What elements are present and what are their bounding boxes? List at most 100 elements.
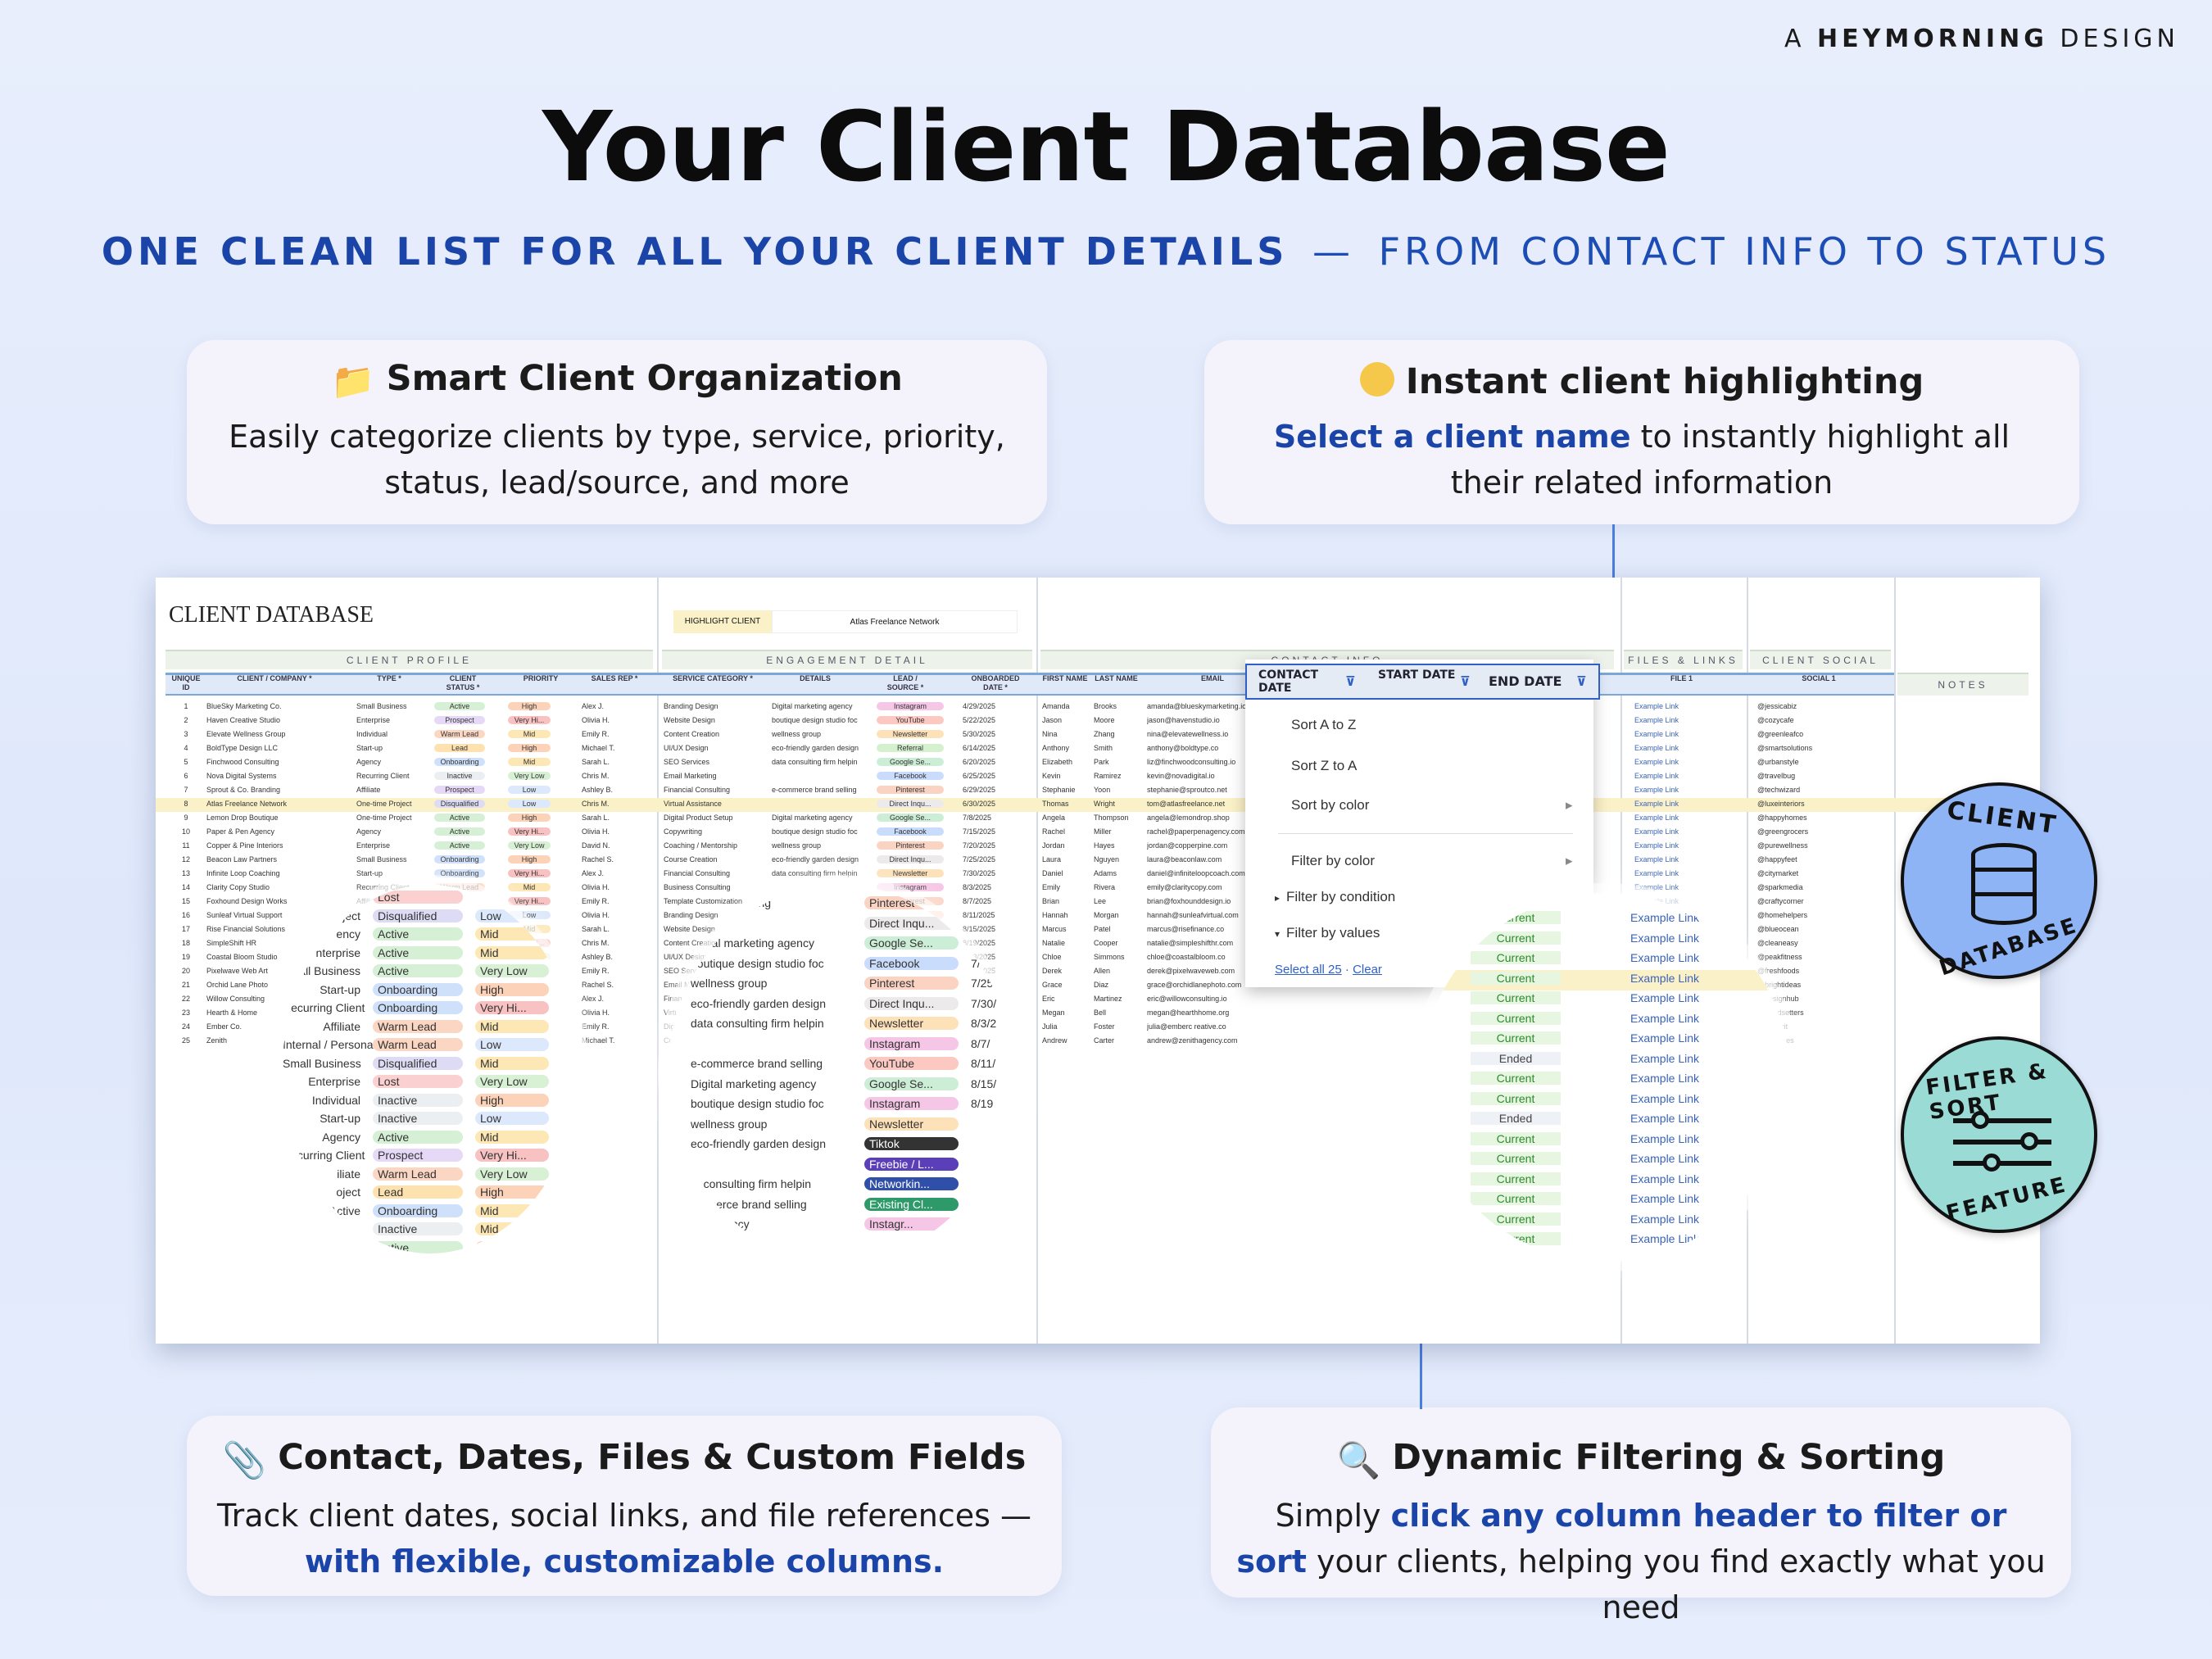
status-chip[interactable]: Inactive: [373, 1222, 463, 1235]
col-header-client[interactable]: CLIENT / COMPANY *: [217, 674, 332, 683]
table-cell[interactable]: Inactive: [434, 772, 485, 780]
status-chip[interactable]: Active: [373, 1240, 463, 1253]
source-chip[interactable]: Instagr...: [864, 1217, 959, 1231]
table-cell[interactable]: YouTube: [877, 716, 944, 724]
table-cell[interactable]: Referral: [877, 744, 944, 752]
table-cell[interactable]: High: [508, 814, 551, 822]
table-row[interactable]: 8 Atlas Freelance Network One-time Project…: [156, 798, 2040, 812]
table-cell[interactable]: Instagram: [877, 883, 944, 891]
table-row[interactable]: 6 Nova Digital Systems Recurring Client Ina…: [156, 770, 2040, 784]
menu-item-sort-by-color[interactable]: Sort by color ▸: [1291, 797, 1573, 814]
priority-chip[interactable]: Very Low: [475, 1167, 549, 1181]
source-chip[interactable]: Google Se...: [864, 1077, 959, 1090]
table-cell[interactable]: Prospect: [434, 716, 485, 724]
status-chip[interactable]: Disqualified: [373, 909, 463, 922]
table-cell[interactable]: Very Low: [508, 772, 551, 780]
status-chip[interactable]: Inactive: [373, 1112, 463, 1125]
menu-item-sort-a-z[interactable]: Sort A to Z: [1291, 717, 1356, 733]
table-cell[interactable]: Newsletter: [877, 869, 944, 877]
status-chip[interactable]: Onboarding: [373, 1203, 463, 1217]
priority-chip[interactable]: Low: [475, 1038, 549, 1051]
priority-chip[interactable]: Mid: [475, 927, 549, 941]
source-chip[interactable]: Google Se...: [864, 936, 959, 950]
priority-chip[interactable]: Very Hi...: [475, 1001, 549, 1014]
table-row[interactable]: 2 Haven Creative Studio Enterprise Prospect…: [156, 714, 2040, 728]
col-header-priority[interactable]: PRIORITY: [516, 674, 565, 683]
source-chip[interactable]: Instagram: [864, 1097, 959, 1110]
source-chip[interactable]: Direct Inqu...: [864, 996, 959, 1010]
source-chip[interactable]: Tiktok: [864, 1137, 959, 1150]
status-chip[interactable]: Lead: [373, 1185, 463, 1199]
table-cell[interactable]: Warm Lead: [434, 730, 485, 738]
col-header-contact-date[interactable]: CONTACT DATE: [1258, 669, 1349, 695]
col-header-last-name[interactable]: LAST NAME: [1094, 674, 1139, 683]
table-cell[interactable]: Direct Inqu...: [877, 855, 944, 863]
file-link[interactable]: Example Link: [1630, 972, 1699, 985]
source-chip[interactable]: Facebook: [864, 956, 959, 970]
table-cell[interactable]: Mid: [508, 758, 551, 766]
file-link[interactable]: Example Link: [1630, 1232, 1699, 1245]
col-header-id[interactable]: UNIQUE ID: [167, 674, 205, 692]
source-chip[interactable]: Networkin...: [864, 1177, 959, 1190]
filter-toggle-icon[interactable]: ⊽: [1460, 673, 1471, 689]
table-row[interactable]: 9 Lemon Drop Boutique One-time Project Acti…: [156, 812, 2040, 826]
file-link[interactable]: Example Link: [1630, 951, 1699, 964]
status-chip[interactable]: Warm Lead: [373, 1167, 463, 1181]
priority-chip[interactable]: Low: [475, 909, 549, 922]
table-cell[interactable]: Google Se...: [877, 814, 944, 822]
file-link[interactable]: Example Link: [1630, 931, 1699, 945]
file-link[interactable]: Example Link: [1630, 1152, 1699, 1165]
source-chip[interactable]: Newsletter: [864, 1117, 959, 1131]
table-cell[interactable]: Active: [434, 827, 485, 836]
table-cell[interactable]: High: [508, 855, 551, 863]
col-header-source[interactable]: LEAD / SOURCE *: [877, 674, 934, 692]
table-cell[interactable]: Very Hi...: [508, 716, 551, 724]
file-link[interactable]: Example Link: [1630, 991, 1699, 1004]
table-cell[interactable]: Active: [434, 702, 485, 710]
file-link[interactable]: Example Link: [1630, 1052, 1699, 1065]
status-chip[interactable]: Warm Lead: [373, 1038, 463, 1051]
status-chip[interactable]: Onboarding: [373, 1001, 463, 1014]
table-cell[interactable]: Low: [508, 786, 551, 794]
source-chip[interactable]: Freebie / L...: [864, 1157, 959, 1171]
table-row[interactable]: 11 Copper & Pine Interiors Enterprise Activ…: [156, 840, 2040, 854]
table-row[interactable]: 10 Paper & Pen Agency Agency Active Very Hi.…: [156, 826, 2040, 840]
table-cell[interactable]: Onboarding: [434, 869, 485, 877]
source-chip[interactable]: Existing Cl...: [864, 1197, 959, 1211]
table-cell[interactable]: High: [508, 744, 551, 752]
file-link[interactable]: Example Link: [1630, 1213, 1699, 1226]
file-link[interactable]: Example Link: [1630, 1112, 1699, 1125]
file-link[interactable]: Example Link: [1630, 1092, 1699, 1105]
file-link[interactable]: Example Link: [1630, 911, 1699, 924]
clear-link[interactable]: Clear: [1353, 963, 1382, 977]
table-cell[interactable]: Newsletter: [877, 730, 944, 738]
status-chip[interactable]: Prospect: [373, 1149, 463, 1162]
table-row[interactable]: 3 Elevate Wellness Group Individual Warm Le…: [156, 728, 2040, 742]
source-chip[interactable]: YouTube: [864, 1057, 959, 1070]
table-cell[interactable]: Pinterest: [877, 841, 944, 850]
status-chip[interactable]: Lost: [373, 891, 463, 904]
col-header-details[interactable]: DETAILS: [778, 674, 852, 683]
status-chip[interactable]: Warm Lead: [373, 1019, 463, 1033]
priority-chip[interactable]: Very Hi...: [475, 1149, 549, 1162]
file-link[interactable]: Example Link: [1630, 1172, 1699, 1185]
source-chip[interactable]: Direct Inqu...: [864, 916, 959, 930]
menu-item-sort-z-a[interactable]: Sort Z to A: [1291, 758, 1357, 774]
status-chip[interactable]: Active: [373, 964, 463, 977]
table-row[interactable]: 5 Finchwood Consulting Agency Onboarding Mid…: [156, 756, 2040, 770]
table-cell[interactable]: Low: [508, 800, 551, 808]
menu-item-filter-by-values[interactable]: ▾ Filter by values: [1275, 925, 1380, 941]
col-header-file[interactable]: FILE 1: [1630, 674, 1733, 683]
priority-chip[interactable]: Mid: [475, 1203, 549, 1217]
priority-chip[interactable]: Very Low: [475, 964, 549, 977]
col-header-start-date[interactable]: START DATE: [1378, 669, 1468, 682]
table-cell[interactable]: Active: [434, 841, 485, 850]
table-cell[interactable]: Facebook: [877, 827, 944, 836]
priority-chip[interactable]: Very Low: [475, 1075, 549, 1088]
highlight-client-select[interactable]: Atlas Freelance Network: [772, 610, 1018, 633]
status-chip[interactable]: Onboarding: [373, 982, 463, 996]
source-chip[interactable]: Pinterest: [864, 977, 959, 990]
table-row[interactable]: 12 Beacon Law Partners Small Business Onboa…: [156, 854, 2040, 868]
status-chip[interactable]: Inactive: [373, 1093, 463, 1107]
table-cell[interactable]: Direct Inqu...: [877, 800, 944, 808]
